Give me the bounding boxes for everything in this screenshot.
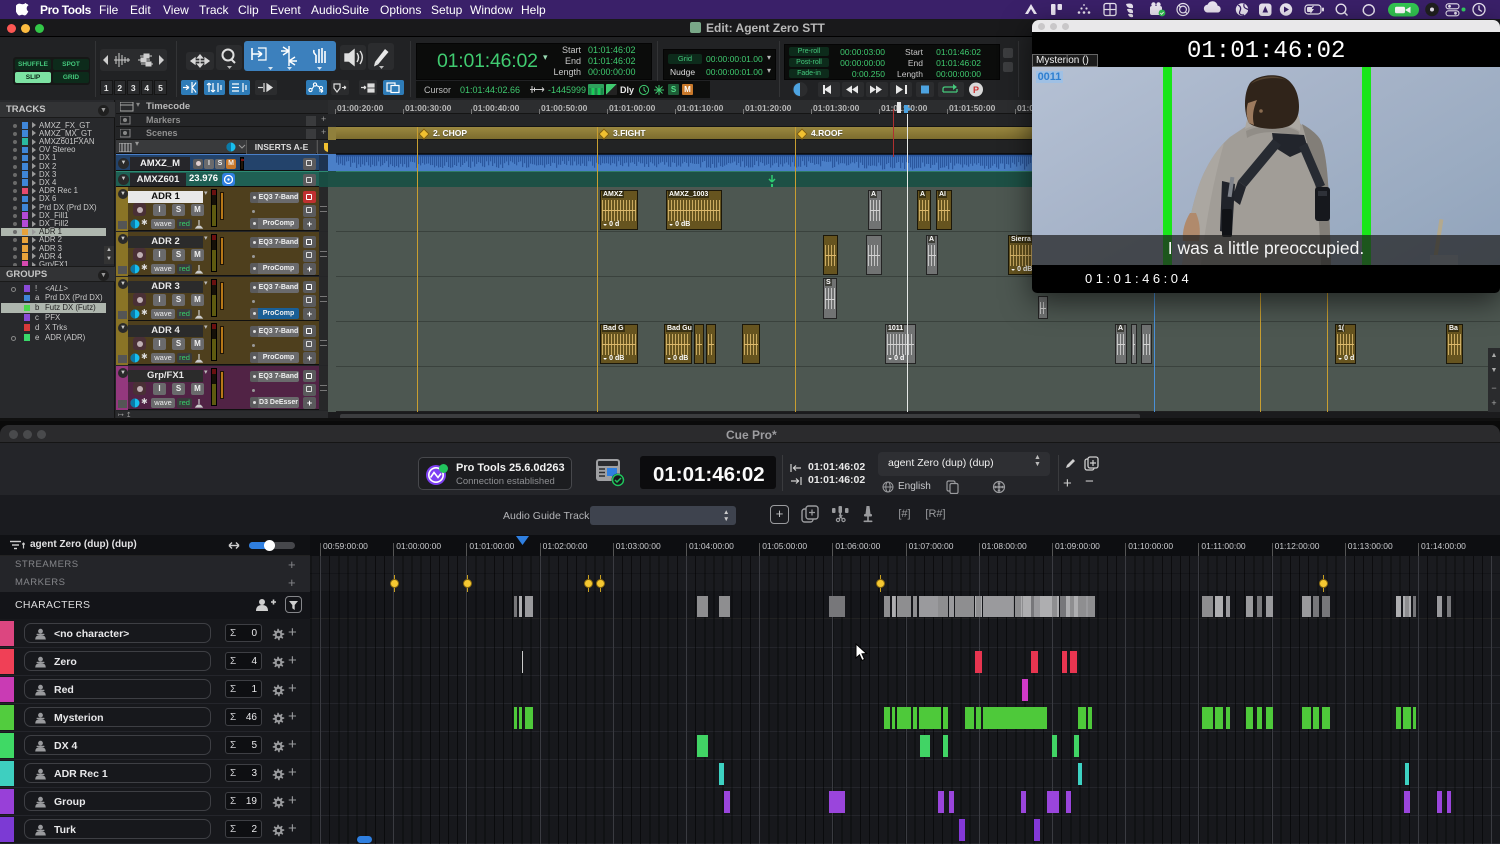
svg-text:P: P [973,85,979,95]
